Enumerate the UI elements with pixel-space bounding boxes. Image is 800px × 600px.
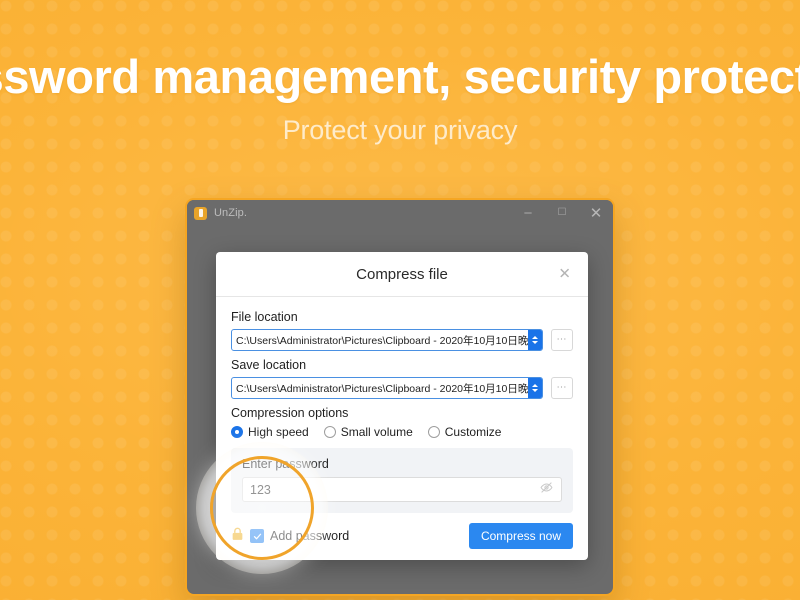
save-location-value: C:\Users\Administrator\Pictures\Clipboar… bbox=[236, 382, 528, 395]
save-location-label: Save location bbox=[231, 358, 307, 372]
radio-high-speed-label: High speed bbox=[248, 425, 309, 439]
radio-dot-icon bbox=[323, 426, 336, 438]
compression-options-group: High speed Small volume Customize bbox=[231, 425, 573, 439]
chevron-up-icon bbox=[532, 384, 538, 387]
file-location-row: C:\Users\Administrator\Pictures\Clipboar… bbox=[231, 329, 573, 351]
dialog-close-icon[interactable]: ✕ bbox=[553, 263, 576, 286]
save-location-browse-button[interactable]: ⋯ bbox=[551, 377, 573, 399]
chevron-down-icon bbox=[532, 389, 538, 392]
radio-customize[interactable]: Customize bbox=[427, 425, 502, 439]
eye-off-icon[interactable] bbox=[540, 481, 553, 499]
password-value: 123 bbox=[250, 482, 271, 497]
close-icon[interactable]: ✕ bbox=[579, 200, 613, 226]
radio-dot-selected-icon bbox=[231, 426, 243, 438]
add-password-label: Add password bbox=[270, 529, 350, 543]
dialog-footer: Add password Compress now bbox=[216, 523, 588, 560]
app-window: UnZip. − ☐ ✕ Compress file ✕ File locati… bbox=[185, 198, 615, 596]
dialog-title: Compress file bbox=[356, 265, 448, 283]
page-subheadline: Protect your privacy bbox=[282, 115, 518, 145]
add-password-checkbox[interactable] bbox=[250, 529, 264, 543]
save-location-input[interactable]: C:\Users\Administrator\Pictures\Clipboar… bbox=[231, 377, 543, 399]
window-titlebar[interactable]: UnZip. − ☐ ✕ bbox=[187, 200, 613, 226]
lock-icon bbox=[231, 527, 244, 546]
maximize-icon[interactable]: ☐ bbox=[545, 200, 579, 226]
compress-file-dialog: Compress file ✕ File location C:\Users\A… bbox=[216, 252, 588, 560]
radio-small-volume[interactable]: Small volume bbox=[323, 425, 413, 439]
password-label: Enter password bbox=[242, 457, 329, 471]
file-location-input[interactable]: C:\Users\Administrator\Pictures\Clipboar… bbox=[231, 329, 543, 351]
file-location-value: C:\Users\Administrator\Pictures\Clipboar… bbox=[236, 334, 528, 347]
add-password-group[interactable]: Add password bbox=[231, 527, 349, 546]
zip-glyph bbox=[198, 209, 203, 217]
radio-customize-label: Customize bbox=[444, 425, 502, 439]
window-title: UnZip. bbox=[214, 207, 247, 219]
dialog-header: Compress file ✕ bbox=[216, 252, 588, 297]
chevron-down-icon bbox=[532, 341, 538, 344]
save-location-spinner[interactable] bbox=[528, 378, 542, 398]
file-location-label: File location bbox=[231, 310, 298, 324]
compression-options-label: Compression options bbox=[231, 406, 349, 420]
password-panel: Enter password 123 bbox=[231, 448, 573, 513]
compress-now-button[interactable]: Compress now bbox=[468, 523, 573, 549]
password-input[interactable]: 123 bbox=[242, 477, 562, 502]
save-location-row: C:\Users\Administrator\Pictures\Clipboar… bbox=[231, 377, 573, 399]
radio-small-volume-label: Small volume bbox=[340, 425, 413, 439]
file-location-spinner[interactable] bbox=[528, 330, 542, 350]
radio-dot-icon bbox=[427, 426, 440, 438]
file-location-browse-button[interactable]: ⋯ bbox=[551, 329, 573, 351]
radio-high-speed[interactable]: High speed bbox=[231, 425, 309, 439]
minimize-icon[interactable]: − bbox=[511, 200, 545, 226]
chevron-up-icon bbox=[532, 336, 538, 339]
dialog-body: File location C:\Users\Administrator\Pic… bbox=[216, 297, 588, 513]
window-controls: − ☐ ✕ bbox=[511, 200, 613, 226]
page-headline: Password management, security protection bbox=[0, 50, 800, 103]
zip-app-icon bbox=[194, 206, 207, 220]
